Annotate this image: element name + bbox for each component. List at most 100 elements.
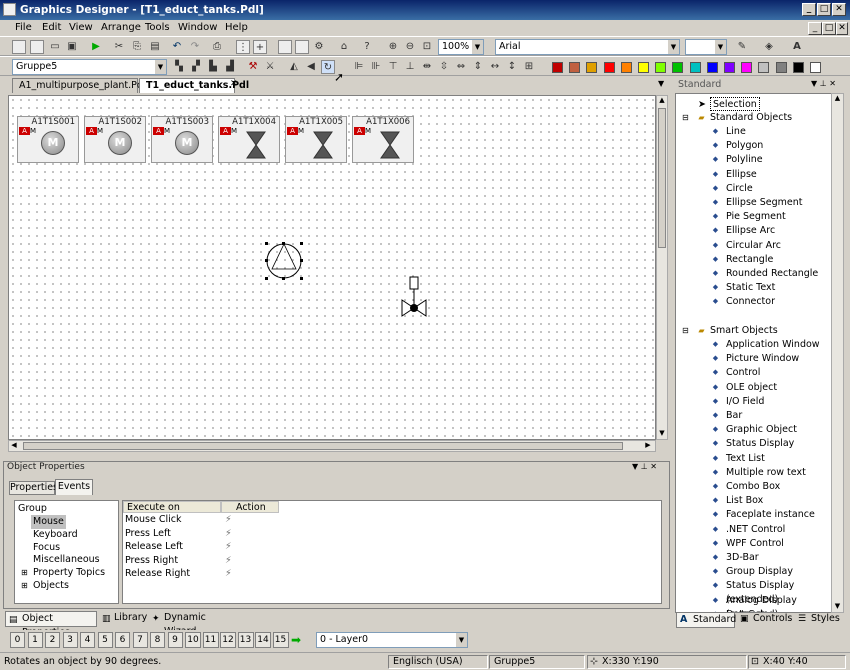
palette-item[interactable]: Faceplate instance: [726, 508, 815, 522]
tree-group[interactable]: Group: [18, 502, 47, 516]
event-row[interactable]: Release Left: [125, 541, 183, 552]
distribute-vertical-icon[interactable]: ⇕: [471, 60, 485, 74]
collapse-icon[interactable]: ⊟: [682, 111, 689, 125]
palette-item[interactable]: Text List: [726, 452, 765, 466]
color-swatch[interactable]: [638, 62, 649, 73]
color-swatch[interactable]: [569, 62, 581, 73]
arrow-right-icon[interactable]: ➡: [291, 633, 301, 647]
print-icon[interactable]: ⎙: [210, 40, 224, 54]
column-execute-on[interactable]: Execute on: [123, 501, 221, 513]
column-action[interactable]: Action: [221, 501, 279, 513]
palette-item[interactable]: Ellipse Segment: [726, 196, 803, 210]
new-project-icon[interactable]: [30, 40, 44, 54]
canvas-horizontal-scrollbar[interactable]: ◀ ▶: [8, 440, 656, 452]
lightning-icon[interactable]: ⚡: [225, 568, 232, 579]
minimize-button[interactable]: _: [802, 3, 816, 16]
center-horizontal-icon[interactable]: ⇹: [420, 60, 434, 74]
tree-miscellaneous[interactable]: Miscellaneous: [33, 553, 100, 567]
scroll-up-icon[interactable]: ▲: [657, 96, 667, 106]
zoom-select[interactable]: 100% ▼: [438, 39, 484, 55]
lightning-icon[interactable]: ⚡: [225, 541, 232, 552]
tab-educt-tanks[interactable]: T1_educt_tanks.Pdl: [139, 78, 249, 93]
doc-minimize-button[interactable]: _: [808, 22, 822, 35]
color-swatch[interactable]: [758, 62, 770, 73]
color-swatch[interactable]: [586, 62, 598, 73]
layer-button[interactable]: 2: [45, 632, 60, 648]
color-swatch[interactable]: [655, 62, 667, 73]
expand-icon[interactable]: ⊞: [21, 566, 28, 580]
tab-controls[interactable]: ▣ Controls: [737, 612, 793, 628]
layer-button[interactable]: 12: [220, 632, 236, 648]
undo-icon[interactable]: ↶: [170, 40, 184, 54]
mirror-horizontal-icon[interactable]: ◀: [304, 60, 318, 74]
palette-item[interactable]: Control: [726, 366, 760, 380]
expand-icon[interactable]: ⊞: [21, 579, 28, 593]
layer-button[interactable]: 7: [132, 632, 148, 648]
same-height-icon[interactable]: ↕: [505, 60, 519, 74]
faceplate-object[interactable]: A1T1S001 A M M: [17, 116, 79, 163]
fill-color-icon[interactable]: ◈: [762, 40, 776, 54]
palette-item[interactable]: 3D-Bar: [726, 551, 759, 565]
new-icon[interactable]: [12, 40, 26, 54]
palette-item[interactable]: Application Window: [726, 338, 820, 352]
library-icon[interactable]: [295, 40, 309, 54]
font-color-icon[interactable]: A: [790, 40, 804, 54]
front-icon[interactable]: ▙: [206, 60, 220, 74]
palette-item[interactable]: Connector: [726, 295, 775, 309]
event-row[interactable]: Release Right: [125, 568, 190, 579]
color-swatch[interactable]: [810, 62, 821, 73]
align-top-icon[interactable]: ⊤: [386, 60, 400, 74]
tab-events[interactable]: Events: [55, 479, 93, 495]
palette-item[interactable]: .NET Control: [726, 523, 785, 537]
selected-circle-object[interactable]: [262, 239, 306, 283]
color-swatch[interactable]: [724, 62, 735, 73]
tab-properties[interactable]: Properties: [9, 481, 58, 495]
font-size-select[interactable]: ▼: [685, 39, 727, 55]
palette-item[interactable]: OLE object: [726, 381, 777, 395]
zoom-in-icon[interactable]: ⊕: [386, 40, 400, 54]
layer-button[interactable]: 15: [272, 632, 289, 648]
scroll-up-icon[interactable]: ▲: [832, 94, 843, 102]
layer-button[interactable]: 8: [150, 632, 165, 648]
tree-keyboard[interactable]: Keyboard: [33, 528, 78, 542]
tab-multipurpose-plant[interactable]: A1_multipurpose_plant.Pdl: [12, 78, 146, 93]
tab-dynamic-wizard[interactable]: ✦Dynamic Wizard: [150, 611, 236, 637]
close-tab-icon[interactable]: ✕: [230, 79, 238, 89]
faceplate-object[interactable]: A1T1X004 A M: [218, 116, 280, 163]
color-swatch[interactable]: [775, 62, 787, 73]
group-icon[interactable]: ▚: [172, 60, 186, 74]
pointer-help-icon[interactable]: ⌂: [337, 40, 351, 54]
collapse-icon[interactable]: ⊟: [682, 324, 689, 338]
connect-icon[interactable]: ⚒: [246, 60, 260, 74]
layer-button[interactable]: 4: [80, 632, 95, 648]
ungroup-icon[interactable]: ▞: [189, 60, 203, 74]
layer-button[interactable]: 9: [167, 632, 183, 648]
event-row[interactable]: Press Right: [125, 555, 178, 566]
tree-standard-objects[interactable]: Standard Objects: [710, 111, 792, 125]
scroll-down-icon[interactable]: ▼: [657, 429, 667, 439]
event-row[interactable]: Press Left: [125, 528, 171, 539]
maximize-button[interactable]: □: [817, 3, 831, 16]
panel-menu-icon[interactable]: ▼ ⊥ ✕: [632, 462, 657, 471]
color-swatch[interactable]: [689, 62, 701, 73]
palette-scrollbar[interactable]: ▲ ▼: [831, 93, 844, 613]
close-button[interactable]: ✕: [832, 3, 846, 16]
open-icon[interactable]: ▭: [48, 40, 62, 54]
palette-menu-icon[interactable]: ▼ ⊥ ✕: [811, 79, 836, 88]
palette-item[interactable]: Pie Segment: [726, 210, 786, 224]
layer-button[interactable]: 5: [97, 632, 113, 648]
mirror-vertical-icon[interactable]: ◭: [287, 60, 301, 74]
tab-styles[interactable]: ☰ Styles: [795, 612, 845, 628]
color-swatch[interactable]: [672, 62, 684, 73]
back-icon[interactable]: ▟: [223, 60, 237, 74]
layer-button[interactable]: 1: [27, 632, 43, 648]
line-color-icon[interactable]: ✎: [735, 40, 749, 54]
layer-button[interactable]: 14: [255, 632, 271, 648]
redo-icon[interactable]: ↷: [188, 40, 202, 54]
settings-icon[interactable]: ⚙: [312, 40, 326, 54]
same-width-icon[interactable]: ↔: [488, 60, 502, 74]
palette-item[interactable]: Analog Display (extended): [726, 594, 839, 612]
zoom-out-icon[interactable]: ⊖: [403, 40, 417, 54]
color-swatch[interactable]: [741, 62, 753, 73]
layer-button[interactable]: 11: [202, 632, 219, 648]
